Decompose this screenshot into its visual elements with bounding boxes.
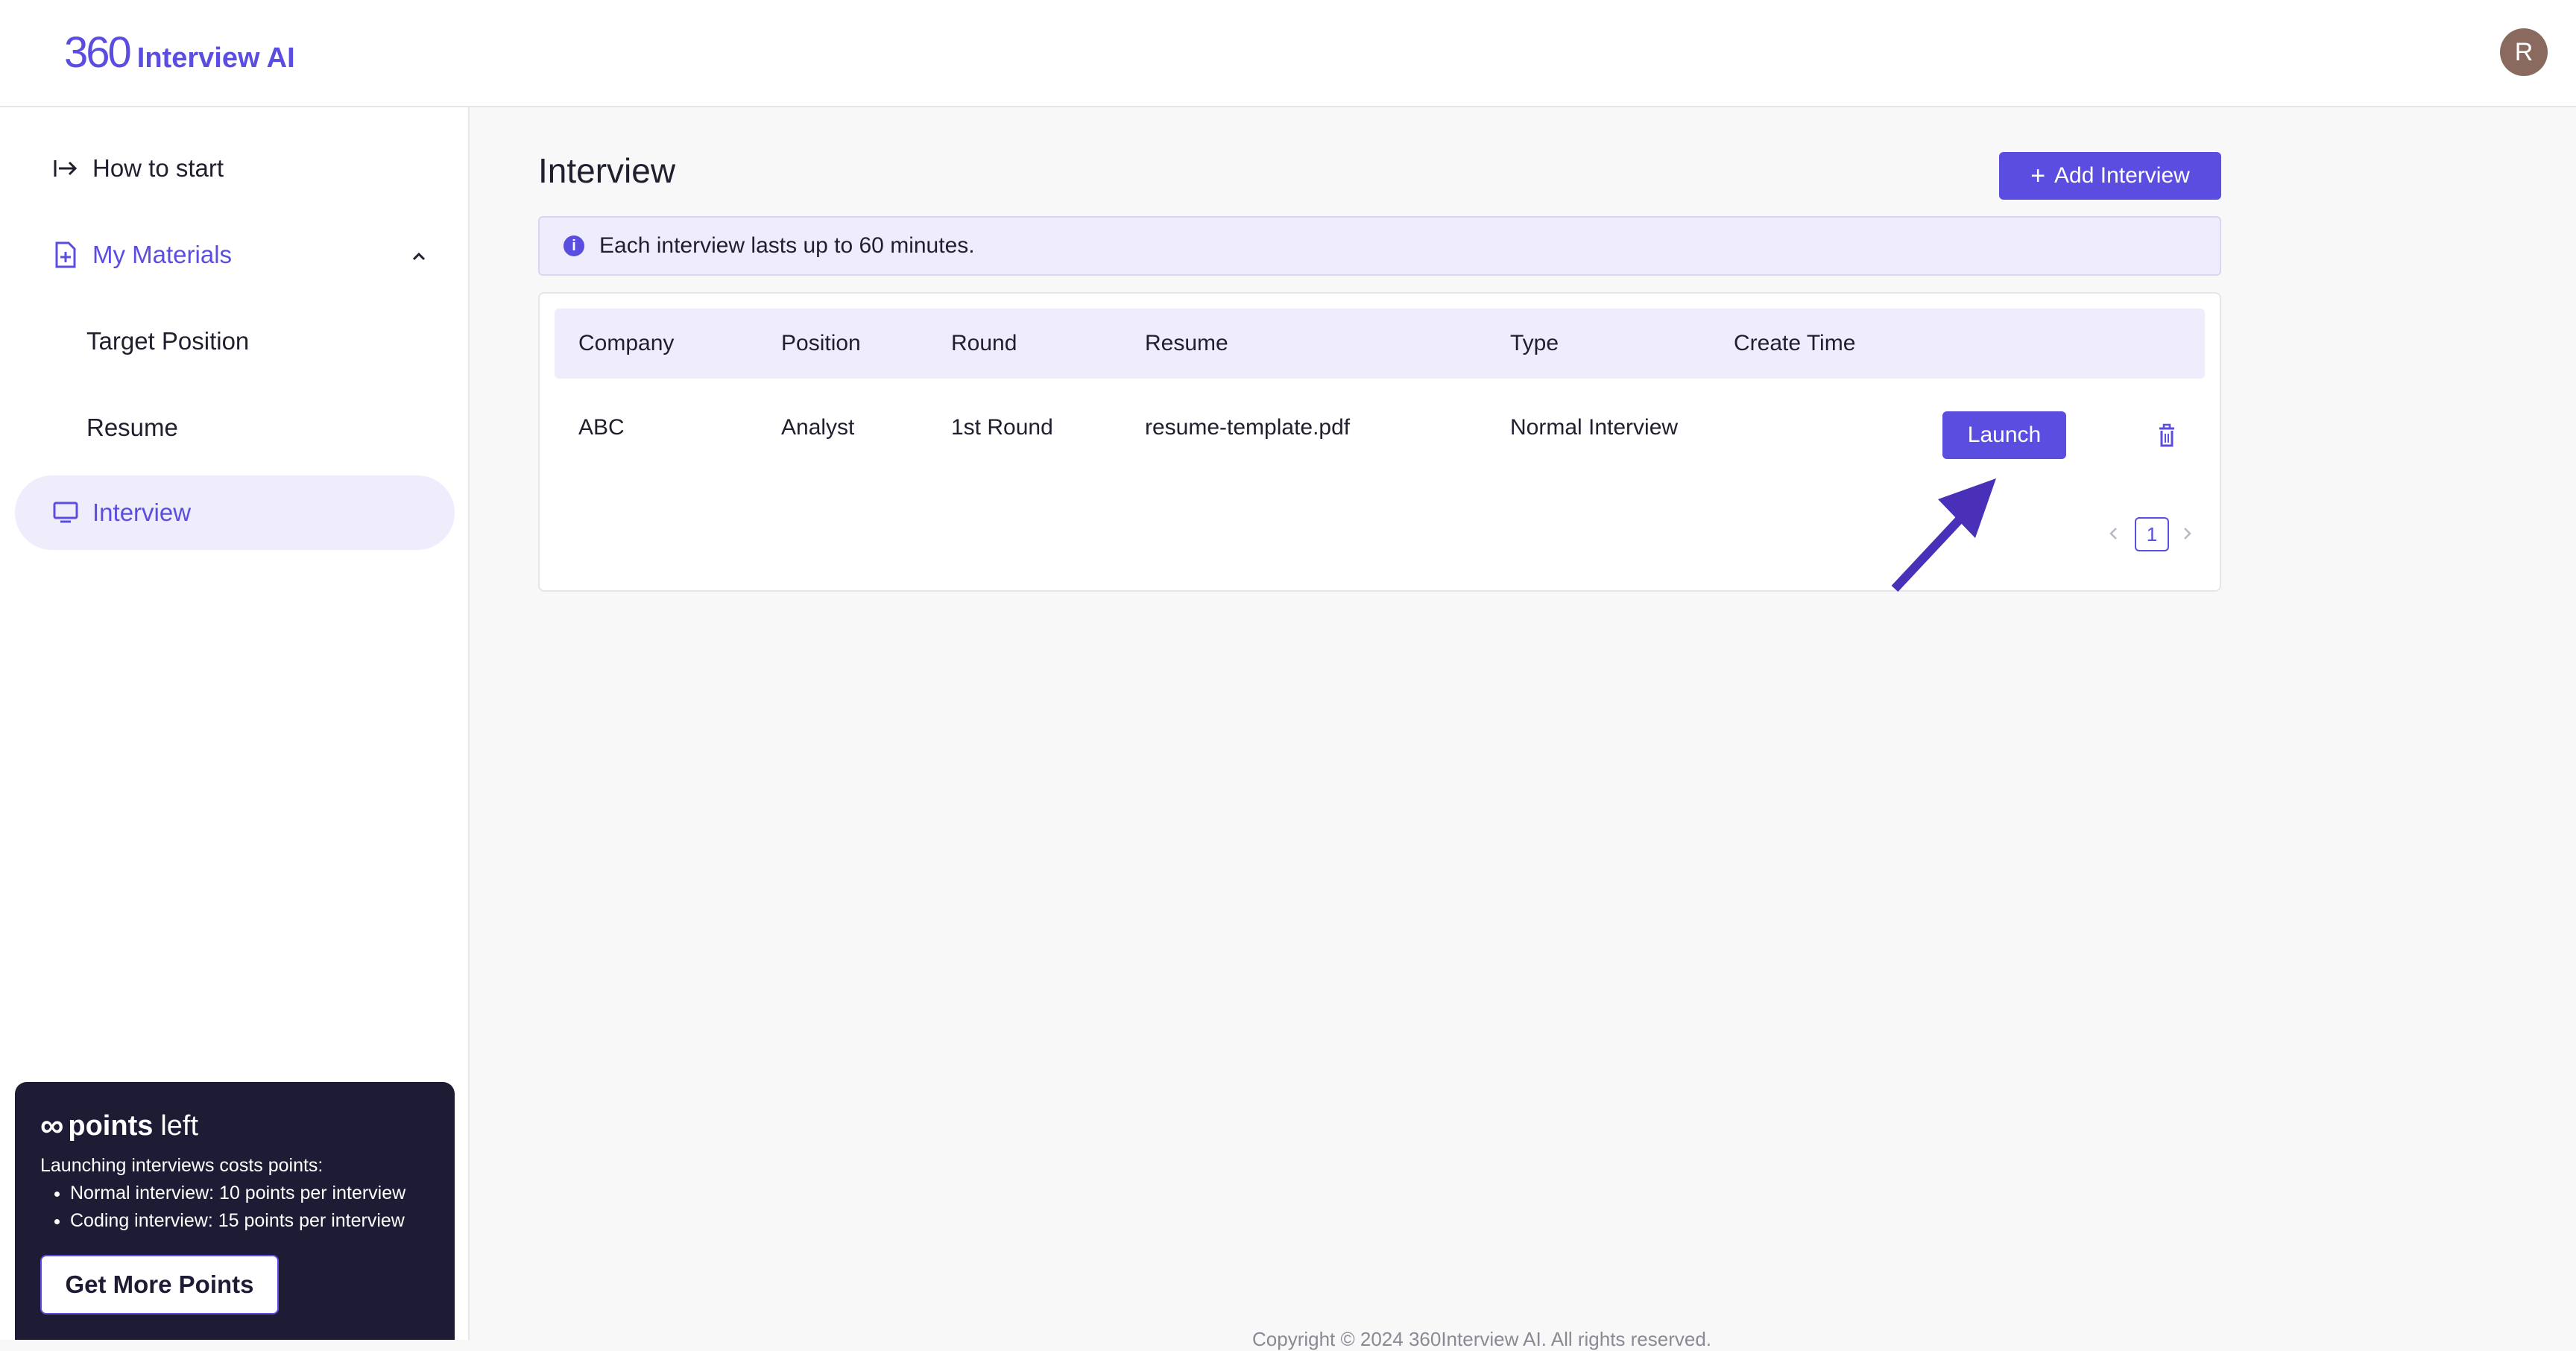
add-interview-button[interactable]: + Add Interview <box>1999 152 2221 200</box>
sidebar-item-label: How to start <box>92 154 224 182</box>
avatar[interactable]: R <box>2500 28 2548 76</box>
info-icon: i <box>564 235 584 256</box>
pagination-next[interactable] <box>2178 516 2196 551</box>
column-header-create-time: Create Time <box>1734 331 1856 355</box>
sidebar-item-label: Resume <box>86 414 178 441</box>
monitor-icon <box>51 498 80 528</box>
chevron-up-icon <box>408 244 429 265</box>
pagination-page-1[interactable]: 1 <box>2135 517 2169 551</box>
pagination-prev[interactable] <box>2105 516 2123 551</box>
logo[interactable]: 360 Interview AI <box>64 31 295 75</box>
infinity-icon: ∞ <box>40 1107 64 1144</box>
cell-resume[interactable]: resume-template.pdf <box>1145 404 1350 452</box>
points-description: Launching interviews costs points: <box>40 1155 323 1176</box>
sidebar-item-my-materials[interactable]: My Materials <box>15 218 455 292</box>
column-header-round: Round <box>951 331 1017 355</box>
cell-company: ABC <box>578 415 625 440</box>
arrow-right-to-line-icon <box>51 154 80 183</box>
points-card: ∞ points left Launching interviews costs… <box>15 1082 455 1340</box>
get-more-points-button[interactable]: Get More Points <box>40 1255 279 1314</box>
table-header: Company Position Round Resume Type Creat… <box>555 309 2205 379</box>
plus-icon: + <box>2030 161 2046 190</box>
logo-text: Interview AI <box>136 42 295 74</box>
sidebar-item-interview[interactable]: Interview <box>15 475 455 550</box>
points-title: ∞ points left <box>40 1107 429 1145</box>
sidebar-item-label: Interview <box>92 499 192 526</box>
column-header-position: Position <box>781 331 861 355</box>
top-header: 360 Interview AI R <box>0 0 2576 107</box>
points-label: points <box>68 1110 154 1142</box>
add-interview-label: Add Interview <box>2054 163 2190 188</box>
delete-icon[interactable] <box>2156 423 2178 449</box>
launch-button[interactable]: Launch <box>1942 411 2066 459</box>
cell-round: 1st Round <box>951 415 1053 440</box>
sidebar-item-target-position[interactable]: Target Position <box>15 304 455 379</box>
info-banner: i Each interview lasts up to 60 minutes. <box>538 216 2221 276</box>
list-item: Coding interview: 15 points per intervie… <box>70 1210 429 1232</box>
sidebar-item-resume[interactable]: Resume <box>15 390 455 465</box>
page-title: Interview <box>538 151 676 190</box>
cell-position: Analyst <box>781 415 855 440</box>
info-text: Each interview lasts up to 60 minutes. <box>599 233 975 258</box>
points-cost-list: Normal interview: 10 points per intervie… <box>40 1183 429 1232</box>
sidebar-item-label: My Materials <box>92 241 233 268</box>
sidebar-item-label: Target Position <box>86 327 250 355</box>
file-plus-icon <box>51 240 80 270</box>
column-header-resume: Resume <box>1145 331 1228 355</box>
annotation-arrow-icon <box>1891 478 1996 592</box>
list-item: Normal interview: 10 points per intervie… <box>70 1183 429 1204</box>
sidebar: How to start My Materials Target Positio… <box>0 107 470 1340</box>
logo-mark: 360 <box>64 28 132 77</box>
column-header-company: Company <box>578 331 675 355</box>
chevron-right-icon <box>2184 528 2191 540</box>
cell-type: Normal Interview <box>1510 415 1679 440</box>
column-header-type: Type <box>1510 331 1559 355</box>
points-left-label: left <box>160 1110 199 1142</box>
chevron-left-icon <box>2109 528 2117 540</box>
sidebar-item-how-to-start[interactable]: How to start <box>15 131 455 206</box>
